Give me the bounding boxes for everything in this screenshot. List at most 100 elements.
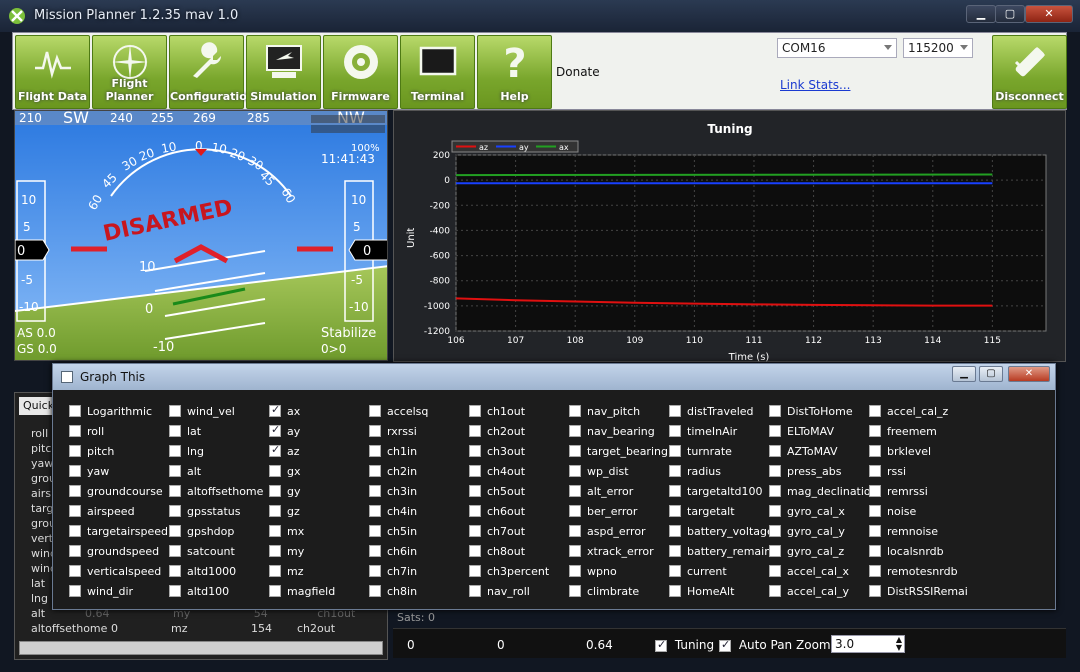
field-checkbox-gyro_cal_x[interactable]: gyro_cal_x bbox=[769, 505, 845, 521]
field-checkbox-target_bearing[interactable]: target_bearing bbox=[569, 445, 668, 461]
checkbox[interactable] bbox=[769, 445, 781, 457]
flight-planner-button[interactable]: Flight Planner bbox=[92, 35, 167, 109]
checkbox[interactable] bbox=[869, 545, 881, 557]
checkbox[interactable] bbox=[869, 465, 881, 477]
field-checkbox-ch3percent[interactable]: ch3percent bbox=[469, 565, 549, 581]
checkbox[interactable] bbox=[469, 525, 481, 537]
field-checkbox-ch6in[interactable]: ch6in bbox=[369, 545, 417, 561]
checkbox[interactable] bbox=[869, 585, 881, 597]
checkbox[interactable] bbox=[669, 565, 681, 577]
field-checkbox-ay[interactable]: ay bbox=[269, 423, 300, 441]
field-checkbox-press_abs[interactable]: press_abs bbox=[769, 465, 841, 481]
checkbox[interactable] bbox=[769, 405, 781, 417]
checkbox[interactable] bbox=[69, 565, 81, 577]
checkbox[interactable] bbox=[69, 545, 81, 557]
checkbox[interactable] bbox=[569, 545, 581, 557]
field-checkbox-altd100[interactable]: altd100 bbox=[169, 585, 229, 601]
field-checkbox-gpshdop[interactable]: gpshdop bbox=[169, 525, 234, 541]
field-checkbox-nav_pitch[interactable]: nav_pitch bbox=[569, 405, 640, 421]
checkbox[interactable] bbox=[869, 505, 881, 517]
checkbox[interactable] bbox=[269, 403, 281, 417]
field-checkbox-gy[interactable]: gy bbox=[269, 485, 301, 501]
checkbox[interactable] bbox=[369, 505, 381, 517]
field-checkbox-wind_vel[interactable]: wind_vel bbox=[169, 405, 235, 421]
checkbox[interactable] bbox=[269, 423, 281, 437]
field-checkbox-ch2in[interactable]: ch2in bbox=[369, 465, 417, 481]
checkbox[interactable] bbox=[869, 485, 881, 497]
checkbox[interactable] bbox=[669, 505, 681, 517]
checkbox[interactable] bbox=[269, 465, 281, 477]
field-checkbox-ch4in[interactable]: ch4in bbox=[369, 505, 417, 521]
checkbox[interactable] bbox=[569, 425, 581, 437]
field-checkbox-mz[interactable]: mz bbox=[269, 565, 304, 581]
autopan-checkbox[interactable] bbox=[719, 638, 731, 652]
field-checkbox-accel_cal_z[interactable]: accel_cal_z bbox=[869, 405, 948, 421]
field-checkbox-wpno[interactable]: wpno bbox=[569, 565, 617, 581]
checkbox[interactable] bbox=[369, 565, 381, 577]
field-checkbox-mag_declinatio[interactable]: mag_declinatio bbox=[769, 485, 871, 501]
checkbox[interactable] bbox=[369, 485, 381, 497]
field-checkbox-ch3out[interactable]: ch3out bbox=[469, 445, 525, 461]
field-checkbox-ch4out[interactable]: ch4out bbox=[469, 465, 525, 481]
field-checkbox-ch5in[interactable]: ch5in bbox=[369, 525, 417, 541]
field-checkbox-current[interactable]: current bbox=[669, 565, 727, 581]
tuning-chart[interactable]: Tuning Unit Time (s) 200 0 -200 -400 -600 -80… bbox=[394, 111, 1067, 363]
field-checkbox-gyro_cal_y[interactable]: gyro_cal_y bbox=[769, 525, 845, 541]
field-checkbox-localsnrdb[interactable]: localsnrdb bbox=[869, 545, 944, 561]
checkbox[interactable] bbox=[769, 525, 781, 537]
checkbox[interactable] bbox=[469, 405, 481, 417]
field-checkbox-remotesnrdb[interactable]: remotesnrdb bbox=[869, 565, 958, 581]
checkbox[interactable] bbox=[669, 465, 681, 477]
field-checkbox-alt[interactable]: alt bbox=[169, 465, 201, 481]
checkbox[interactable] bbox=[269, 545, 281, 557]
checkbox[interactable] bbox=[569, 565, 581, 577]
checkbox[interactable] bbox=[69, 525, 81, 537]
field-checkbox-ch1out[interactable]: ch1out bbox=[469, 405, 525, 421]
field-checkbox-ber_error[interactable]: ber_error bbox=[569, 505, 637, 521]
checkbox[interactable] bbox=[169, 405, 181, 417]
checkbox[interactable] bbox=[269, 565, 281, 577]
checkbox[interactable] bbox=[369, 465, 381, 477]
field-checkbox-ch8in[interactable]: ch8in bbox=[369, 585, 417, 601]
field-checkbox-turnrate[interactable]: turnrate bbox=[669, 445, 732, 461]
field-checkbox-verticalspeed[interactable]: verticalspeed bbox=[69, 565, 161, 581]
field-checkbox-magfield[interactable]: magfield bbox=[269, 585, 335, 601]
flight-data-button[interactable]: Flight Data bbox=[15, 35, 90, 109]
field-checkbox-ch6out[interactable]: ch6out bbox=[469, 505, 525, 521]
field-checkbox-ch8out[interactable]: ch8out bbox=[469, 545, 525, 561]
checkbox[interactable] bbox=[469, 485, 481, 497]
checkbox[interactable] bbox=[569, 585, 581, 597]
configuration-button[interactable]: Configuration bbox=[169, 35, 255, 109]
field-checkbox-accel_cal_y[interactable]: accel_cal_y bbox=[769, 585, 849, 601]
minimize-button[interactable]: ▁ bbox=[966, 5, 996, 23]
baud-select[interactable]: 115200 bbox=[903, 38, 973, 58]
donate-link[interactable]: Donate bbox=[556, 65, 600, 79]
checkbox[interactable] bbox=[69, 465, 81, 477]
help-button[interactable]: ? Help bbox=[477, 35, 552, 109]
field-checkbox-yaw[interactable]: yaw bbox=[69, 465, 109, 481]
checkbox[interactable] bbox=[669, 405, 681, 417]
field-checkbox-radius[interactable]: radius bbox=[669, 465, 721, 481]
field-checkbox-battery_remaini[interactable]: battery_remaini bbox=[669, 545, 774, 561]
field-checkbox-alt_error[interactable]: alt_error bbox=[569, 485, 633, 501]
checkbox[interactable] bbox=[669, 525, 681, 537]
field-checkbox-gx[interactable]: gx bbox=[269, 465, 301, 481]
disconnect-button[interactable]: Disconnect bbox=[992, 35, 1067, 109]
field-checkbox-az[interactable]: az bbox=[269, 443, 300, 461]
checkbox[interactable] bbox=[869, 445, 881, 457]
checkbox[interactable] bbox=[769, 565, 781, 577]
checkbox[interactable] bbox=[169, 465, 181, 477]
field-checkbox-ELToMAV[interactable]: ELToMAV bbox=[769, 425, 834, 441]
checkbox[interactable] bbox=[869, 425, 881, 437]
field-checkbox-airspeed[interactable]: airspeed bbox=[69, 505, 135, 521]
tuning-toggle[interactable]: Tuning bbox=[655, 638, 714, 652]
field-checkbox-targetalt[interactable]: targetalt bbox=[669, 505, 735, 521]
field-checkbox-xtrack_error[interactable]: xtrack_error bbox=[569, 545, 654, 561]
checkbox[interactable] bbox=[169, 545, 181, 557]
field-checkbox-battery_voltage[interactable]: battery_voltage bbox=[669, 525, 774, 541]
field-checkbox-targetaltd100[interactable]: targetaltd100 bbox=[669, 485, 763, 501]
checkbox[interactable] bbox=[469, 425, 481, 437]
checkbox[interactable] bbox=[769, 485, 781, 497]
checkbox[interactable] bbox=[569, 465, 581, 477]
field-checkbox-satcount[interactable]: satcount bbox=[169, 545, 235, 561]
